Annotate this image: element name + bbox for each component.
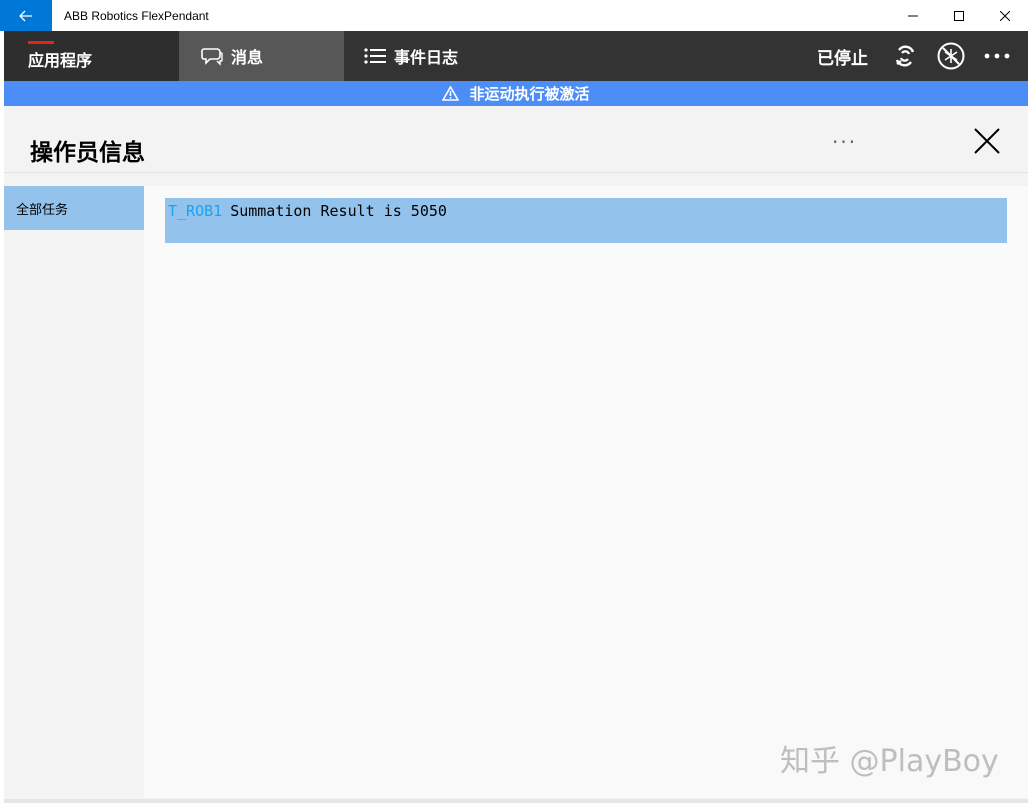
minimize-icon xyxy=(908,15,918,16)
banner-text: 非运动执行被激活 xyxy=(469,85,590,103)
tab-event-log[interactable]: 事件日志 xyxy=(344,31,544,81)
more-options-button[interactable] xyxy=(982,41,1012,71)
message-row[interactable]: T_ROB1 Summation Result is 5050 xyxy=(165,198,1007,243)
minimize-button[interactable] xyxy=(890,0,936,31)
auto-mode-icon xyxy=(937,42,965,70)
bottom-border xyxy=(4,799,1028,803)
main-navbar: 应用程序 消息 事件日志 已停止 xyxy=(4,31,1028,81)
page-more-button[interactable]: ··· xyxy=(832,130,857,154)
tab-label: 消息 xyxy=(231,48,264,67)
maximize-button[interactable] xyxy=(936,0,982,31)
operating-mode-button[interactable] xyxy=(936,41,966,71)
close-icon xyxy=(974,128,1000,154)
back-button[interactable] xyxy=(0,0,52,31)
watermark: 知乎 @PlayBoy xyxy=(780,744,999,779)
title-bar: ABB Robotics FlexPendant xyxy=(0,0,1028,31)
message-list: T_ROB1 Summation Result is 5050 xyxy=(144,186,1028,798)
page-header: 操作员信息 ··· xyxy=(4,106,1028,173)
controller-status: 已停止 xyxy=(817,48,868,69)
maximize-icon xyxy=(954,10,964,21)
content-area: 操作员信息 ··· 全部任务 T_ROB1 Summation Result is… xyxy=(4,106,1028,803)
message-text: Summation Result is 5050 xyxy=(230,202,447,220)
active-indicator xyxy=(28,41,54,44)
message-task: T_ROB1 xyxy=(168,202,223,220)
warning-banner: 非运动执行被激活 xyxy=(4,81,1028,106)
tab-label: 应用程序 xyxy=(28,51,93,70)
close-icon xyxy=(1000,10,1010,21)
motors-button[interactable] xyxy=(890,41,920,71)
tab-applications[interactable]: 应用程序 xyxy=(4,31,179,81)
tab-messages[interactable]: 消息 xyxy=(179,31,344,81)
chat-icon xyxy=(201,46,223,66)
list-icon xyxy=(364,47,386,65)
navbar-status-area: 已停止 xyxy=(817,31,1020,81)
warning-icon xyxy=(442,86,460,101)
window-title: ABB Robotics FlexPendant xyxy=(64,8,209,23)
sidebar-item-all-tasks[interactable]: 全部任务 xyxy=(4,186,144,230)
close-window-button[interactable] xyxy=(982,0,1028,31)
page-title: 操作员信息 xyxy=(30,140,145,166)
motors-icon xyxy=(895,45,915,67)
task-sidebar: 全部任务 xyxy=(4,186,144,803)
more-icon xyxy=(984,53,1010,59)
close-page-button[interactable] xyxy=(974,128,1002,156)
tab-label: 事件日志 xyxy=(394,48,459,67)
arrow-left-icon xyxy=(19,10,32,21)
window-controls xyxy=(890,0,1028,31)
sidebar-item-label: 全部任务 xyxy=(16,202,69,218)
